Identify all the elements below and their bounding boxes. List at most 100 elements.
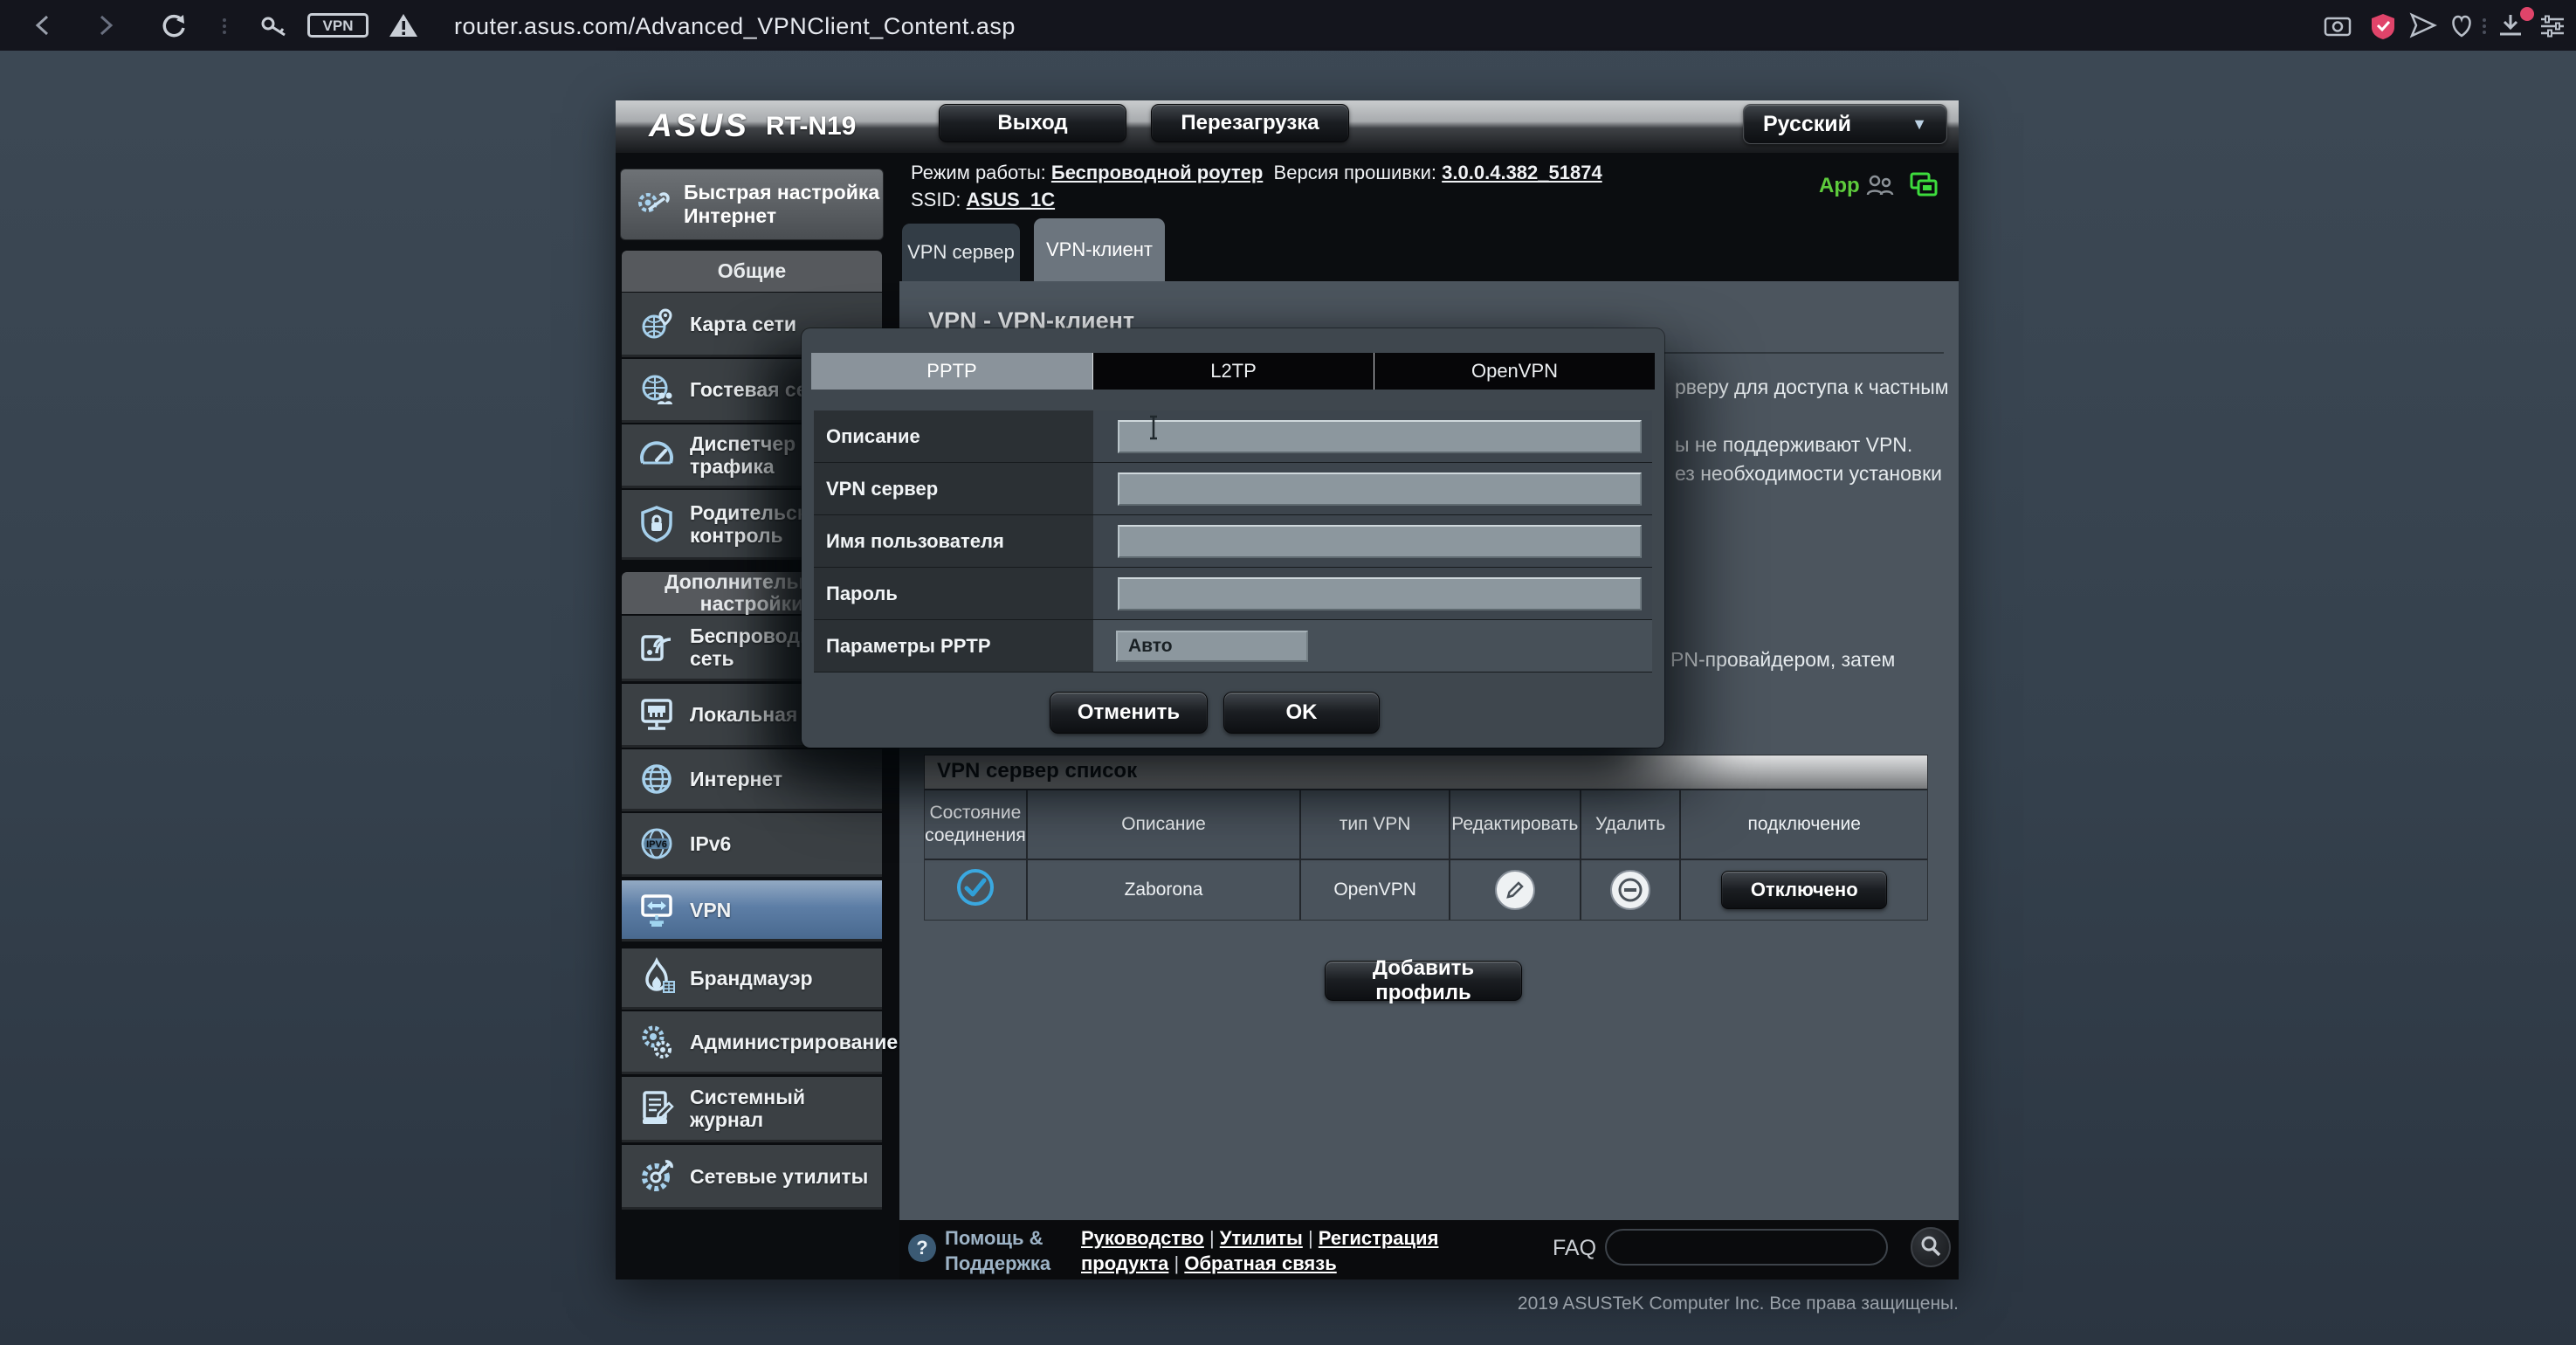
- system-log-icon: [636, 1087, 678, 1129]
- magnifier-icon: [1918, 1234, 1943, 1261]
- sidebar-item-firewall[interactable]: Брандмауэр: [622, 948, 882, 1010]
- ssid-label: SSID:: [911, 189, 961, 210]
- pptp-options-select[interactable]: Авто: [1116, 631, 1308, 662]
- ssid-value-link[interactable]: ASUS_1C: [967, 189, 1055, 210]
- description-fragment: PN-провайдером, затем: [1670, 648, 1895, 672]
- traffic-manager-icon: [636, 434, 678, 476]
- asus-logo: ASUS: [649, 107, 749, 144]
- tab-pptp[interactable]: PPTP: [811, 353, 1092, 390]
- dual-screen-icon[interactable]: [1906, 169, 1941, 203]
- description-fragment: рверу для доступа к частным: [1675, 376, 1949, 399]
- link-separator: |: [1209, 1227, 1215, 1249]
- col-connection-status: Состояние соединения: [925, 789, 1026, 859]
- tab-openvpn[interactable]: OpenVPN: [1374, 353, 1655, 390]
- address-bar-url[interactable]: router.asus.com/Advanced_VPNClient_Conte…: [454, 13, 1016, 40]
- warning-icon[interactable]: [388, 11, 416, 39]
- protect-shield-icon[interactable]: [2368, 11, 2396, 39]
- status-cell: [925, 859, 1026, 920]
- section-header-general: Общие: [622, 251, 882, 292]
- send-icon[interactable]: [2408, 11, 2436, 39]
- help-line1: Помощь &: [945, 1225, 1050, 1251]
- logout-button[interactable]: Выход: [939, 104, 1126, 142]
- forward-icon[interactable]: [91, 11, 119, 39]
- vpn-server-list-table: VPN сервер список Состояние соединения О…: [924, 755, 1928, 921]
- field-row-username: Имя пользователя: [814, 515, 1652, 568]
- sidebar-item-network-tools[interactable]: Сетевые утилиты: [622, 1145, 882, 1210]
- field-row-password: Пароль: [814, 568, 1652, 620]
- description-fragment: ы не поддерживают VPN.: [1675, 433, 1912, 457]
- feedback-link[interactable]: Обратная связь: [1184, 1252, 1336, 1274]
- table-title: VPN сервер список: [925, 755, 1927, 789]
- status-check-icon: [955, 867, 995, 913]
- vpn-server-input[interactable]: [1118, 472, 1642, 506]
- link-separator: |: [1308, 1227, 1313, 1249]
- wan-globe-icon: [636, 758, 678, 800]
- vpn-monitor-icon: [636, 889, 678, 931]
- sidebar-item-wan[interactable]: Интернет: [622, 749, 882, 811]
- copyright-text: 2019 ASUSTeK Computer Inc. Все права защ…: [1518, 1293, 1959, 1314]
- sidebar-item-label: Системный журнал: [690, 1086, 882, 1131]
- sidebar-item-ipv6[interactable]: IPV6 IPv6: [622, 813, 882, 877]
- utilities-link[interactable]: Утилиты: [1220, 1227, 1303, 1249]
- downloads-icon[interactable]: [2496, 11, 2524, 39]
- connection-toggle-button[interactable]: Отключено: [1721, 871, 1887, 909]
- description-input[interactable]: [1118, 420, 1642, 453]
- cancel-button[interactable]: Отменить: [1050, 692, 1208, 734]
- sidebar-item-label: Брандмауэр: [690, 967, 813, 990]
- sidebar-item-administration[interactable]: Администрирование: [622, 1011, 882, 1074]
- settings-sliders-icon[interactable]: [2538, 11, 2566, 39]
- sidebar-item-system-log[interactable]: Системный журнал: [622, 1077, 882, 1142]
- reload-icon[interactable]: [159, 11, 187, 39]
- back-icon[interactable]: [30, 11, 58, 39]
- clients-icon[interactable]: [1863, 169, 1898, 203]
- profile-vpn-type: OpenVPN: [1299, 859, 1449, 920]
- col-delete: Удалить: [1580, 789, 1680, 859]
- operation-mode-line: Режим работы: Беспроводной роутер Версия…: [911, 162, 1602, 184]
- page-footer: ? Помощь & Поддержка Руководство | Утили…: [899, 1220, 1959, 1279]
- tab-vpn-server[interactable]: VPN сервер: [902, 224, 1020, 281]
- ok-button[interactable]: OK: [1223, 692, 1380, 734]
- sidebar-item-vpn[interactable]: VPN: [622, 880, 882, 942]
- language-value: Русский: [1763, 112, 1851, 137]
- add-profile-button[interactable]: Добавить профиль: [1325, 961, 1522, 1001]
- description-label: Описание: [814, 410, 1093, 463]
- quick-internet-setup-button[interactable]: Быстрая настройка Интернет: [620, 169, 884, 240]
- key-icon[interactable]: [258, 11, 286, 39]
- username-input[interactable]: [1118, 525, 1642, 558]
- lan-icon: [636, 693, 678, 735]
- edit-cell: [1449, 859, 1580, 920]
- sidebar-item-label: Администрирование: [690, 1031, 898, 1053]
- language-dropdown[interactable]: Русский ▼: [1743, 104, 1947, 144]
- tab-vpn-client[interactable]: VPN-клиент: [1034, 218, 1165, 281]
- password-input[interactable]: [1118, 577, 1642, 610]
- app-link[interactable]: App: [1819, 174, 1860, 198]
- admin-gears-icon: [636, 1021, 678, 1063]
- faq-search-button[interactable]: [1911, 1227, 1951, 1267]
- field-row-description: Описание: [814, 410, 1652, 463]
- router-admin-page: ASUS RT-N19 Выход Перезагрузка Русский ▼…: [616, 100, 1959, 1279]
- col-vpn-type: тип VPN: [1299, 789, 1449, 859]
- reboot-button[interactable]: Перезагрузка: [1151, 104, 1349, 142]
- network-tools-icon: [636, 1155, 678, 1197]
- faq-search-input[interactable]: [1605, 1229, 1888, 1266]
- sidebar-item-label: Карта сети: [690, 313, 796, 335]
- vpn-server-label: VPN сервер: [814, 463, 1093, 515]
- table-row: Zaborona OpenVPN Отключено: [925, 859, 1927, 920]
- tab-l2tp[interactable]: L2TP: [1092, 353, 1374, 390]
- firmware-value-link[interactable]: 3.0.0.4.382_51874: [1442, 162, 1602, 183]
- connection-cell: Отключено: [1679, 859, 1927, 920]
- screenshot-camera-icon[interactable]: [2323, 11, 2351, 39]
- delete-minus-icon[interactable]: [1610, 870, 1650, 910]
- help-question-icon[interactable]: ?: [908, 1234, 936, 1262]
- parental-control-icon: [636, 503, 678, 545]
- browser-toolbar: VPN router.asus.com/Advanced_VPNClient_C…: [0, 0, 2576, 51]
- help-line2: Поддержка: [945, 1251, 1050, 1276]
- edit-pencil-icon[interactable]: [1495, 870, 1535, 910]
- mode-value-link[interactable]: Беспроводной роутер: [1051, 162, 1263, 183]
- col-connect: подключение: [1679, 789, 1927, 859]
- bookmark-heart-icon[interactable]: [2447, 11, 2475, 39]
- manual-link[interactable]: Руководство: [1081, 1227, 1204, 1249]
- description-fragment: ез необходимости установки: [1675, 462, 1942, 486]
- table-header-row: Состояние соединения Описание тип VPN Ре…: [925, 789, 1927, 859]
- vpn-extension-badge[interactable]: VPN: [307, 13, 368, 38]
